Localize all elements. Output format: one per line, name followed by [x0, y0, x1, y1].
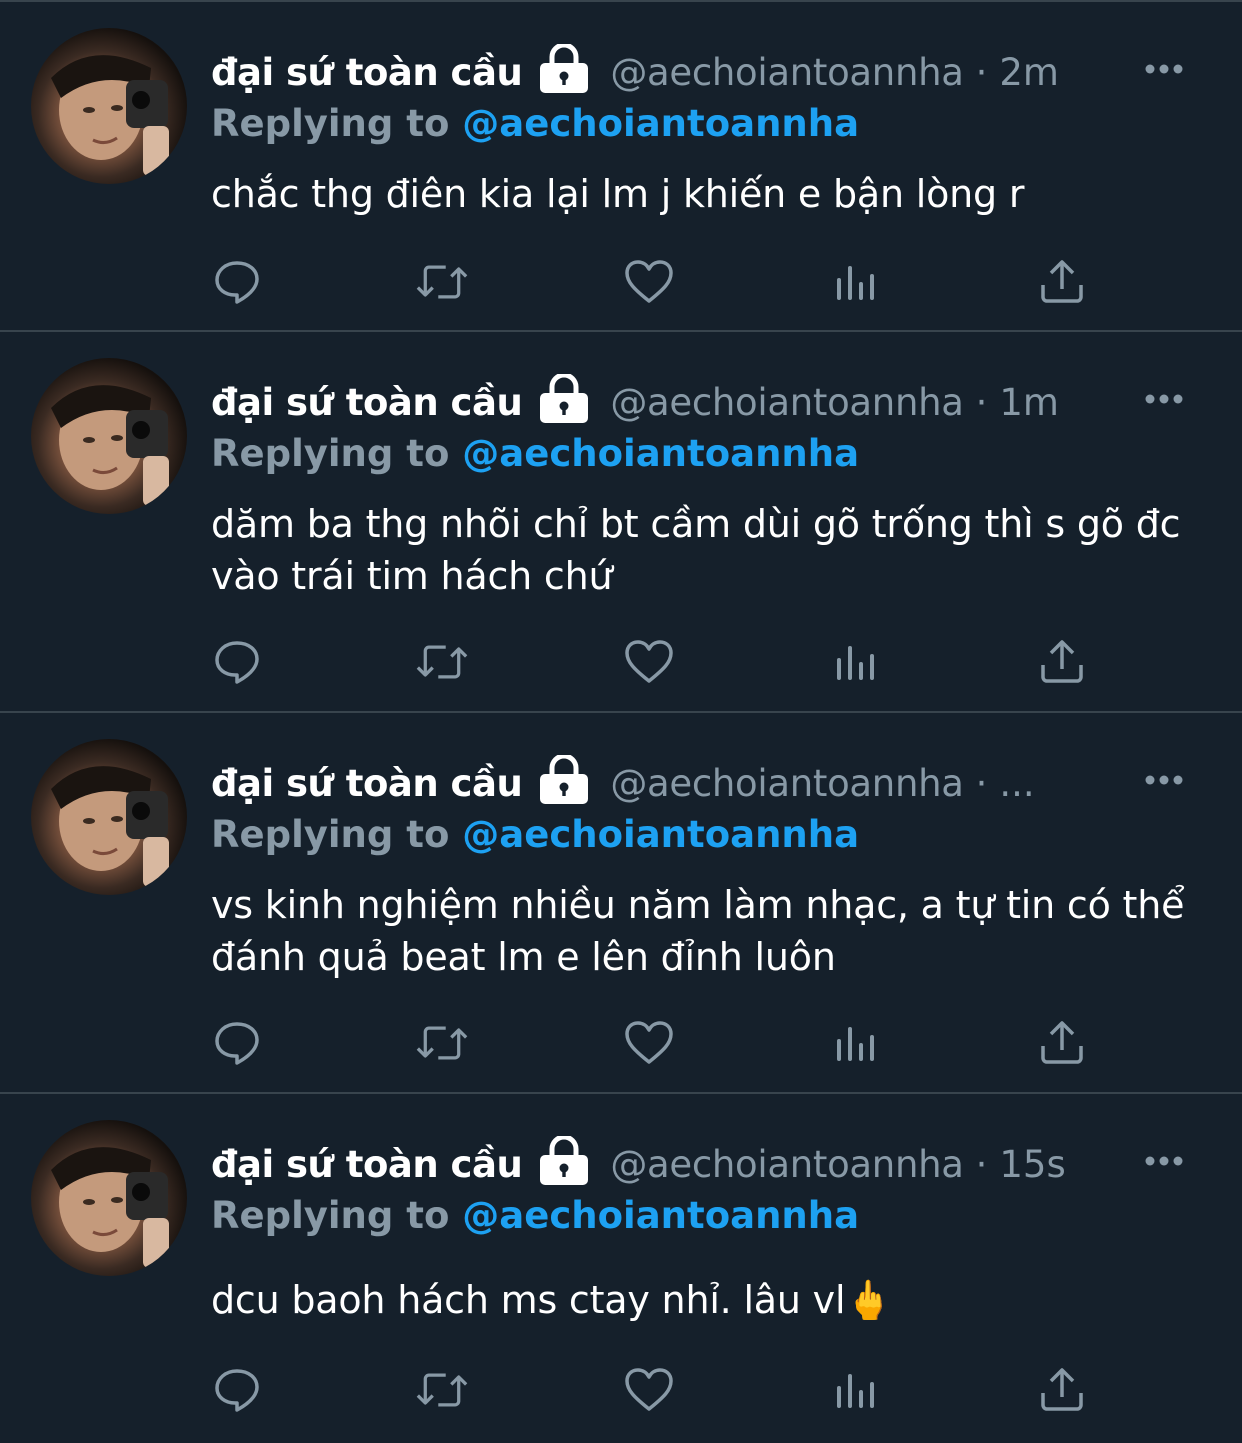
display-name[interactable]: đại sứ toàn cầu [211, 381, 523, 424]
replying-handle-link[interactable]: @aechoiantoannha [462, 813, 859, 856]
analytics-icon[interactable] [830, 1364, 882, 1416]
avatar-photo [51, 766, 169, 887]
lock-icon [536, 755, 592, 804]
tweet-text: chắc thg điên kia lại lm j khiến e bận l… [211, 172, 1025, 216]
avatar[interactable] [31, 739, 187, 895]
more-dots-icon[interactable] [1144, 390, 1184, 404]
separator: · [975, 50, 988, 94]
replying-label: Replying to [211, 813, 450, 856]
tweet[interactable]: đại sứ toàn cầu @aechoiantoannha · 15s R… [0, 1094, 1242, 1443]
display-name[interactable]: đại sứ toàn cầu [211, 51, 523, 94]
replying-label: Replying to [211, 102, 450, 145]
reply-icon[interactable] [211, 256, 263, 308]
tweet[interactable]: đại sứ toàn cầu @aechoiantoannha · 2m Re… [0, 2, 1242, 332]
tweet-actions [211, 1364, 1091, 1416]
avatar-photo [51, 1147, 169, 1268]
tweet-header: đại sứ toàn cầu @aechoiantoannha · 1m [211, 374, 1156, 430]
handle[interactable]: @aechoiantoannha [610, 381, 964, 424]
tweet-text: vs kinh nghiệm nhiều năm làm nhạc, a tự … [211, 883, 1185, 979]
heart-icon[interactable] [623, 256, 675, 308]
replying-to: Replying to @aechoiantoannha [211, 432, 859, 475]
lock-icon [536, 44, 592, 93]
heart-icon[interactable] [623, 1364, 675, 1416]
replying-to: Replying to @aechoiantoannha [211, 102, 859, 145]
share-icon[interactable] [1036, 1364, 1088, 1416]
avatar-photo [51, 385, 169, 506]
separator: · [975, 761, 988, 805]
timestamp[interactable]: 2m [999, 51, 1059, 94]
avatar[interactable] [31, 28, 187, 184]
reply-icon[interactable] [211, 1017, 263, 1069]
tweet-actions [211, 1017, 1091, 1069]
replying-handle-link[interactable]: @aechoiantoannha [462, 102, 859, 145]
share-icon[interactable] [1036, 256, 1088, 308]
tweet-text: dăm ba thg nhõi chỉ bt cầm dùi gõ trống … [211, 502, 1181, 598]
separator: · [975, 1142, 988, 1186]
handle[interactable]: @aechoiantoannha [610, 1143, 964, 1186]
timestamp[interactable]: ... [999, 762, 1034, 805]
reply-icon[interactable] [211, 636, 263, 688]
replying-handle-link[interactable]: @aechoiantoannha [462, 432, 859, 475]
retweet-icon[interactable] [416, 636, 468, 688]
replying-to: Replying to @aechoiantoannha [211, 1194, 859, 1237]
more-dots-icon[interactable] [1144, 60, 1184, 74]
heart-icon[interactable] [623, 636, 675, 688]
replying-handle-link[interactable]: @aechoiantoannha [462, 1194, 859, 1237]
more-dots-icon[interactable] [1144, 771, 1184, 785]
tweet-header: đại sứ toàn cầu @aechoiantoannha · 15s [211, 1136, 1156, 1192]
lock-icon [536, 1136, 592, 1185]
retweet-icon[interactable] [416, 1017, 468, 1069]
reply-icon[interactable] [211, 1364, 263, 1416]
share-icon[interactable] [1036, 636, 1088, 688]
separator: · [975, 380, 988, 424]
display-name[interactable]: đại sứ toàn cầu [211, 762, 523, 805]
tweet[interactable]: đại sứ toàn cầu @aechoiantoannha · 1m Re… [0, 332, 1242, 713]
lock-icon [536, 374, 592, 423]
tweet-header: đại sứ toàn cầu @aechoiantoannha · ... [211, 755, 1156, 811]
tweet-actions [211, 256, 1091, 308]
retweet-icon[interactable] [416, 1364, 468, 1416]
share-icon[interactable] [1036, 1017, 1088, 1069]
tweet-header: đại sứ toàn cầu @aechoiantoannha · 2m [211, 44, 1156, 100]
heart-icon[interactable] [623, 1017, 675, 1069]
replying-label: Replying to [211, 432, 450, 475]
replying-to: Replying to @aechoiantoannha [211, 813, 859, 856]
more-dots-icon[interactable] [1144, 1152, 1184, 1166]
display-name[interactable]: đại sứ toàn cầu [211, 1143, 523, 1186]
timestamp[interactable]: 15s [999, 1143, 1065, 1186]
analytics-icon[interactable] [830, 256, 882, 308]
analytics-icon[interactable] [830, 1017, 882, 1069]
tweet[interactable]: đại sứ toàn cầu @aechoiantoannha · ... R… [0, 713, 1242, 1094]
timestamp[interactable]: 1m [999, 381, 1059, 424]
tweet-actions [211, 636, 1091, 688]
handle[interactable]: @aechoiantoannha [610, 762, 964, 805]
avatar[interactable] [31, 358, 187, 514]
analytics-icon[interactable] [830, 636, 882, 688]
handle[interactable]: @aechoiantoannha [610, 51, 964, 94]
replying-label: Replying to [211, 1194, 450, 1237]
avatar[interactable] [31, 1120, 187, 1276]
avatar-photo [51, 55, 169, 176]
tweet-text: dcu baoh hách ms ctay nhỉ. lâu vl🖕 [211, 1278, 893, 1322]
retweet-icon[interactable] [416, 256, 468, 308]
